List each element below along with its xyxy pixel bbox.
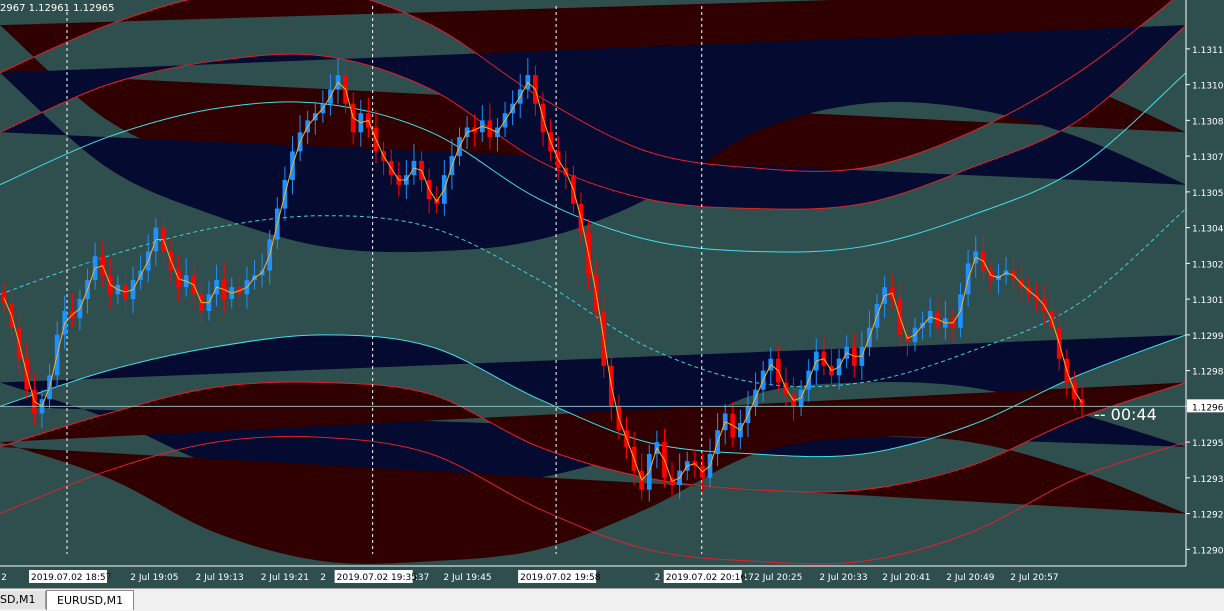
y-tick-label: 1.13040	[1192, 225, 1224, 235]
y-tick-label: 1.12920	[1192, 511, 1224, 521]
marker-time-label: 2019.07.02 19:58	[520, 573, 601, 583]
y-tick-label: 1.12995	[1192, 332, 1224, 342]
y-tick-label: 1.12935	[1192, 475, 1224, 485]
y-tick-label: 1.12905	[1192, 546, 1224, 556]
chart-tab-bar: SD,M1 EURUSD,M1	[0, 588, 1224, 611]
y-tick-label: 1.13070	[1192, 153, 1224, 163]
x-tick-label: 2 Jul 19:05	[130, 573, 178, 583]
mt4-chart-window: 1.13115 1.13100 1.13085 1.13070 1.13055 1.130…	[0, 0, 1224, 611]
x-tick-label: 2 Jul 20:33	[819, 573, 867, 583]
tab-eurusd-m1[interactable]: EURUSD,M1	[46, 590, 135, 610]
tab-previous-chart[interactable]: SD,M1	[0, 591, 47, 609]
countdown-timer: -- 00:44	[1094, 405, 1157, 424]
y-tick-label: 1.13025	[1192, 260, 1224, 270]
y-tick-label: 1.12980	[1192, 368, 1224, 378]
y-tick-label: 1.13100	[1192, 82, 1224, 92]
current-price-label: 1.12965	[1192, 403, 1224, 413]
marker-time-label: 2019.07.02 18:57	[31, 573, 111, 583]
x-tick-label: 2 Jul 20:25	[754, 573, 802, 583]
x-tick-label: 2 Jul 20:49	[946, 573, 995, 583]
x-tick-label: 2 Jul 19:45	[443, 573, 491, 583]
y-tick-label: 1.13115	[1192, 46, 1224, 56]
x-tick-label: 2	[320, 573, 326, 583]
x-tick-label: 2 Jul 19:21	[261, 573, 309, 583]
ohlc-header: 2967 1.12961 1.12965	[0, 3, 115, 14]
x-tick-label: 2 Jul 20:57	[1010, 573, 1058, 583]
marker-time-label: 2019.07.02 19:35	[337, 573, 417, 583]
x-tick-label: 2	[655, 573, 661, 583]
x-tick-label: 2 Jul 20:41	[882, 573, 930, 583]
y-tick-label: 1.13010	[1192, 296, 1224, 306]
marker-time-label: 2019.07.02 20:16	[666, 573, 747, 583]
y-tick-label: 1.13085	[1192, 117, 1224, 127]
y-tick-label: 1.12950	[1192, 439, 1224, 449]
candlestick-chart[interactable]: 1.13115 1.13100 1.13085 1.13070 1.13055 1.130…	[0, 0, 1224, 588]
y-tick-label: 1.13055	[1192, 189, 1224, 199]
x-tick-label: 2	[1, 573, 7, 583]
x-tick-label: 2 Jul 19:13	[196, 573, 244, 583]
